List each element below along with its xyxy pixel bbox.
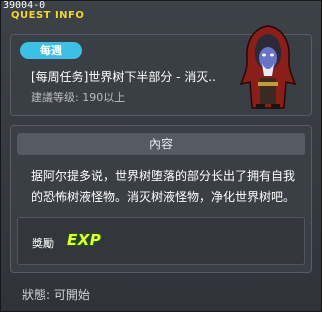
- reward-label: 獎勵: [32, 237, 54, 250]
- quest-title: [每周任务]世界树下半部分 - 消灭..: [31, 70, 216, 84]
- level-requirement: 建議等级: 190以上: [31, 91, 126, 104]
- exp-reward-icon[interactable]: EXP: [67, 231, 101, 249]
- content-header: 內容: [17, 133, 305, 155]
- title-bar[interactable]: 39004-0 QUEST INFO: [1, 0, 321, 21]
- quest-description: 据阿尔提多说，世界树堕落的部分长出了拥有自我的恐怖树液怪物。消灭树液怪物，净化世…: [31, 169, 296, 204]
- quest-status: 狀態: 可開始: [22, 288, 90, 302]
- weekly-badge: 每週: [20, 42, 82, 59]
- reward-box: [17, 217, 305, 265]
- quest-info-window: 39004-0 QUEST INFO 每週 [每周任务]世界树下半部分 - 消灭…: [0, 0, 322, 312]
- npc-hooded-figure-icon: [239, 25, 297, 109]
- window-title: QUEST INFO: [11, 10, 85, 21]
